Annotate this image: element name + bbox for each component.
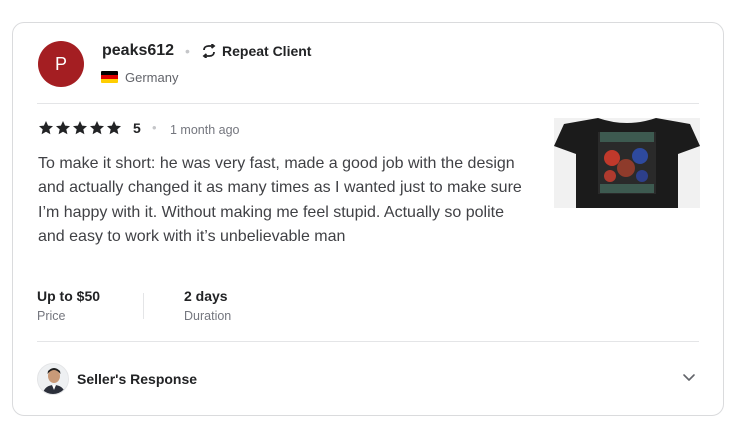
review-card: P peaks612 • Repeat Client Germany 5 • 1… xyxy=(12,22,724,416)
star-icon xyxy=(90,121,104,135)
repeat-client-badge: Repeat Client xyxy=(201,43,311,59)
duration-stat: 2 days Duration xyxy=(184,288,231,323)
duration-label: Duration xyxy=(184,309,232,323)
avatar-letter: P xyxy=(54,53,67,74)
header-separator: • xyxy=(185,43,190,59)
reviewer-avatar: P xyxy=(38,41,84,87)
rating-value: 5 xyxy=(133,120,141,136)
star-icon xyxy=(56,121,70,135)
germany-flag-icon xyxy=(101,71,118,83)
header-divider xyxy=(37,103,699,104)
response-divider xyxy=(37,341,699,342)
reviewer-username[interactable]: peaks612 xyxy=(102,42,174,60)
stats-divider xyxy=(143,293,144,319)
star-icon xyxy=(107,121,121,135)
repeat-client-label: Repeat Client xyxy=(222,43,312,59)
rating-separator: • xyxy=(152,120,157,135)
star-icon xyxy=(73,121,87,135)
price-label: Price xyxy=(37,309,66,323)
star-rating xyxy=(38,120,122,136)
price-value: Up to $50 xyxy=(37,288,101,304)
review-text: To make it short: he was very fast, made… xyxy=(38,155,522,246)
seller-photo xyxy=(38,364,68,394)
price-stat: Up to $50 Price xyxy=(37,288,100,323)
chevron-down-icon[interactable] xyxy=(681,369,697,385)
repeat-icon xyxy=(202,44,216,58)
star-icon xyxy=(39,121,53,135)
duration-value: 2 days xyxy=(184,288,228,304)
tshirt-image xyxy=(554,118,700,208)
reviewer-country: Germany xyxy=(125,70,179,85)
delivery-image[interactable] xyxy=(554,118,700,208)
review-time: 1 month ago xyxy=(170,123,240,137)
seller-avatar xyxy=(37,363,69,395)
seller-response-label[interactable]: Seller's Response xyxy=(77,371,197,387)
